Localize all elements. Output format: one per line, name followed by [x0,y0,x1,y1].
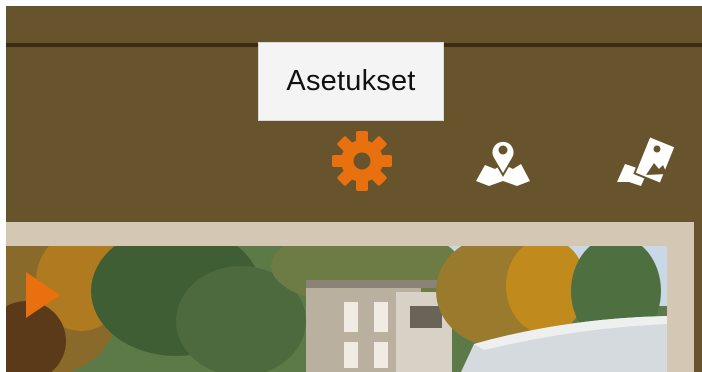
map-pin-icon [476,139,530,186]
settings-tooltip: Asetukset [258,42,444,121]
map-location-button[interactable] [469,129,537,193]
photo-map-icon [617,134,677,186]
gear-icon [332,131,392,191]
tooltip-text: Asetukset [286,65,416,97]
play-icon[interactable] [22,268,64,322]
content-panel [6,222,694,372]
photo-map-button[interactable] [612,129,680,193]
photo-image [6,246,667,372]
settings-button[interactable] [328,129,396,193]
app-window: Asetukset [6,6,702,372]
photo-preview[interactable] [6,246,667,372]
